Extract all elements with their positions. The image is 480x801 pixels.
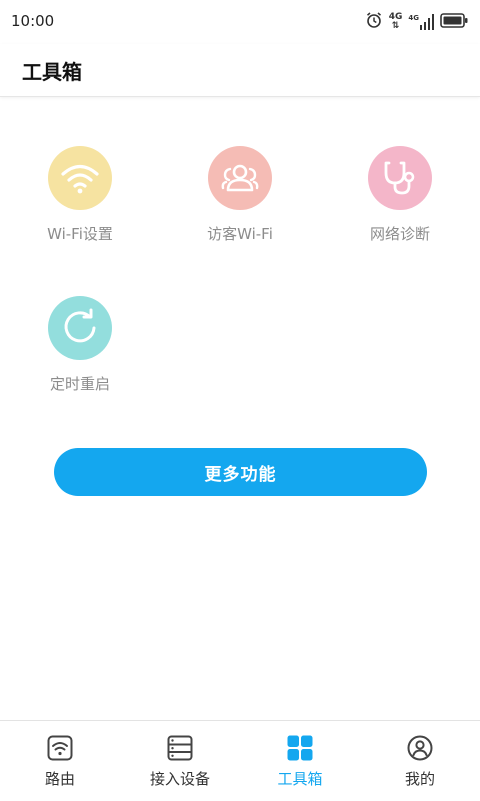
nav-label: 接入设备 bbox=[149, 770, 210, 788]
nav-label: 路由 bbox=[44, 770, 75, 788]
stethoscope-icon bbox=[368, 146, 432, 210]
guests-icon bbox=[208, 146, 272, 210]
devices-list-icon bbox=[167, 735, 193, 761]
page-title: 工具箱 bbox=[22, 60, 82, 84]
bottom-nav: 路由 接入设备 工具箱 我的 bbox=[0, 720, 480, 801]
nav-label: 我的 bbox=[404, 770, 435, 788]
status-time: 10:00 bbox=[11, 12, 55, 30]
alarm-icon bbox=[365, 11, 383, 33]
battery-icon bbox=[440, 12, 468, 32]
wifi-icon bbox=[48, 146, 112, 210]
nav-item-profile[interactable]: 我的 bbox=[360, 721, 480, 801]
nav-item-toolbox[interactable]: 工具箱 bbox=[240, 721, 360, 801]
status-icons: 4G ⇅ 4G bbox=[365, 11, 468, 33]
tool-scheduled-reboot[interactable]: 定时重启 bbox=[0, 296, 160, 394]
data-arrows-icon: ⇅ bbox=[391, 21, 400, 31]
nav-item-devices[interactable]: 接入设备 bbox=[120, 721, 240, 801]
tool-label: Wi-Fi设置 bbox=[47, 225, 113, 243]
network-type: 4G ⇅ bbox=[388, 12, 403, 31]
tool-network-diagnosis[interactable]: 网络诊断 bbox=[320, 146, 480, 244]
network-type-small: 4G bbox=[408, 14, 419, 22]
nav-item-router[interactable]: 路由 bbox=[0, 721, 120, 801]
tool-label: 访客Wi-Fi bbox=[207, 225, 273, 243]
router-wifi-icon bbox=[47, 735, 73, 761]
tool-wifi-settings[interactable]: Wi-Fi设置 bbox=[0, 146, 160, 244]
tool-label: 定时重启 bbox=[49, 375, 110, 393]
tool-label: 网络诊断 bbox=[369, 225, 430, 243]
toolbox-grid-icon bbox=[287, 735, 313, 761]
status-bar: 10:00 4G ⇅ 4G bbox=[0, 0, 480, 44]
restart-icon bbox=[48, 296, 112, 360]
tool-guest-wifi[interactable]: 访客Wi-Fi bbox=[160, 146, 320, 244]
signal-icon: 4G bbox=[408, 14, 434, 30]
header: 工具箱 bbox=[0, 44, 480, 97]
profile-icon bbox=[407, 735, 433, 761]
nav-label: 工具箱 bbox=[277, 770, 323, 788]
more-functions-button[interactable]: 更多功能 bbox=[54, 448, 427, 496]
